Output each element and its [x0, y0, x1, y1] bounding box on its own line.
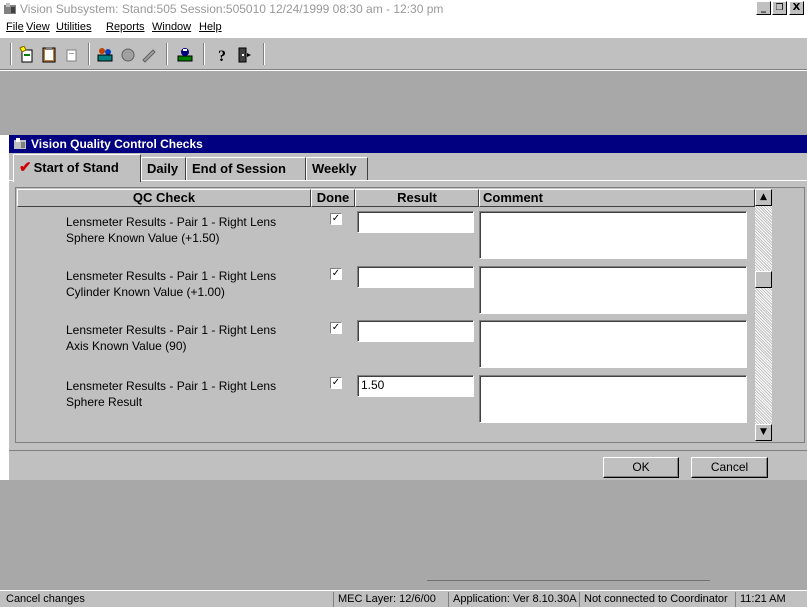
tab-daily[interactable]: Daily [141, 157, 186, 180]
status-bar: Cancel changes MEC Layer: 12/6/00 Applic… [0, 590, 807, 607]
stop-icon[interactable] [119, 46, 137, 63]
child-window-title: Vision Quality Control Checks [31, 137, 203, 151]
toolbar: ? [0, 38, 807, 70]
qc-check-line: Lensmeter Results - Pair 1 - Right Lens [66, 215, 277, 229]
done-checkbox[interactable]: ✓ [330, 377, 342, 389]
qc-check-line: Axis Known Value (90) [66, 339, 187, 353]
qc-check-line: Lensmeter Results - Pair 1 - Right Lens [66, 379, 277, 393]
menu-help-label: Help [199, 21, 222, 33]
done-checkbox[interactable]: ✓ [330, 268, 342, 280]
qc-check-line: Lensmeter Results - Pair 1 - Right Lens [66, 323, 277, 337]
clipboard-icon[interactable] [40, 46, 58, 63]
status-connection: Not connected to Coordinator [579, 592, 728, 607]
cancel-button[interactable]: Cancel [691, 457, 768, 478]
status-layer: MEC Layer: 12/6/00 [333, 592, 436, 607]
scroll-up-button[interactable]: ▲ [755, 189, 772, 206]
qc-check-text: Lensmeter Results - Pair 1 - Right Lens … [66, 268, 276, 300]
toolbar-separator [10, 43, 12, 65]
tab-label: Weekly [312, 161, 357, 176]
ok-button[interactable]: OK [603, 457, 679, 478]
new-icon[interactable] [18, 46, 36, 63]
menu-window[interactable]: Window [152, 21, 191, 33]
result-input[interactable]: 1.50 [357, 375, 474, 397]
qc-check-line: Sphere Known Value (+1.50) [66, 231, 220, 245]
minimize-button[interactable]: _ [756, 1, 771, 15]
close-button[interactable]: X [789, 1, 804, 15]
tab-label: End of Session [192, 161, 286, 176]
app-icon [4, 3, 16, 14]
tab-label: Start of Stand [33, 160, 119, 175]
status-time: 11:21 AM [735, 592, 786, 607]
desktop-background-lower [0, 480, 807, 590]
toolbar-separator [166, 43, 168, 65]
window-icon [14, 138, 26, 149]
tools-icon[interactable] [176, 46, 194, 63]
qc-checks-window: Vision Quality Control Checks ✔ Start of … [9, 135, 807, 480]
menu-file[interactable]: File [6, 21, 24, 33]
status-application: Application: Ver 8.10.30A [448, 592, 577, 607]
child-title-bar[interactable]: Vision Quality Control Checks [9, 135, 807, 153]
help-icon[interactable]: ? [214, 46, 232, 63]
tab-label: Daily [147, 161, 179, 176]
tab-weekly[interactable]: Weekly [306, 157, 368, 180]
result-input[interactable] [357, 320, 474, 342]
column-header-qc-check[interactable]: QC Check [17, 189, 311, 207]
done-checkbox[interactable]: ✓ [330, 213, 342, 225]
comment-input[interactable] [479, 266, 747, 314]
comment-input[interactable] [479, 211, 747, 259]
comment-input[interactable] [479, 320, 747, 368]
qc-check-text: Lensmeter Results - Pair 1 - Right Lens … [66, 214, 276, 246]
checkmark-icon: ✔ [19, 159, 32, 176]
menu-window-label: Window [152, 21, 192, 33]
toolbar-separator [203, 43, 205, 65]
menu-reports-label: Reports [106, 21, 145, 33]
toolbar-separator [88, 43, 90, 65]
column-header-comment[interactable]: Comment [479, 189, 755, 207]
exit-icon[interactable] [236, 46, 254, 63]
menu-view[interactable]: View [26, 21, 50, 33]
menu-reports[interactable]: Reports [106, 21, 145, 33]
main-title-bar[interactable]: Vision Subsystem: Stand:505 Session:5050… [0, 0, 807, 18]
column-header-result[interactable]: Result [355, 189, 479, 207]
status-message: Cancel changes [6, 593, 85, 605]
qc-grid: QC Check Done Result Comment Lensmeter R… [15, 187, 805, 443]
scrollbar-thumb[interactable] [755, 271, 772, 288]
menu-bar: File View Utilities Reports Window Help [0, 18, 807, 38]
window-title: Vision Subsystem: Stand:505 Session:5050… [20, 2, 444, 16]
result-input[interactable] [357, 266, 474, 288]
toolbar-separator [263, 43, 265, 65]
vertical-scrollbar[interactable]: ▲ ▼ [755, 189, 772, 441]
menu-file-label: File [6, 21, 24, 33]
people-icon[interactable] [96, 46, 114, 63]
button-bar: OK Cancel [9, 450, 807, 480]
result-input[interactable] [357, 211, 474, 233]
menu-help[interactable]: Help [199, 21, 222, 33]
comment-input[interactable] [479, 375, 747, 423]
menu-utilities[interactable]: Utilities [56, 21, 91, 33]
document-icon[interactable] [62, 46, 80, 63]
scroll-down-button[interactable]: ▼ [755, 424, 772, 441]
divider [427, 580, 710, 581]
menu-view-label: View [26, 21, 50, 33]
menu-utilities-label: Utilities [56, 21, 92, 33]
desktop-background [0, 71, 807, 135]
tab-start-of-stand[interactable]: ✔ Start of Stand [13, 154, 141, 182]
done-checkbox[interactable]: ✓ [330, 322, 342, 334]
pen-icon[interactable] [140, 46, 158, 63]
qc-check-line: Cylinder Known Value (+1.00) [66, 285, 225, 299]
qc-check-text: Lensmeter Results - Pair 1 - Right Lens … [66, 378, 276, 410]
qc-check-text: Lensmeter Results - Pair 1 - Right Lens … [66, 322, 276, 354]
qc-check-line: Sphere Result [66, 395, 143, 409]
svg-text:?: ? [218, 48, 226, 63]
tab-end-of-session[interactable]: End of Session [186, 157, 306, 180]
restore-button[interactable]: ❐ [772, 1, 787, 15]
qc-check-line: Lensmeter Results - Pair 1 - Right Lens [66, 269, 277, 283]
column-header-done[interactable]: Done [311, 189, 355, 207]
